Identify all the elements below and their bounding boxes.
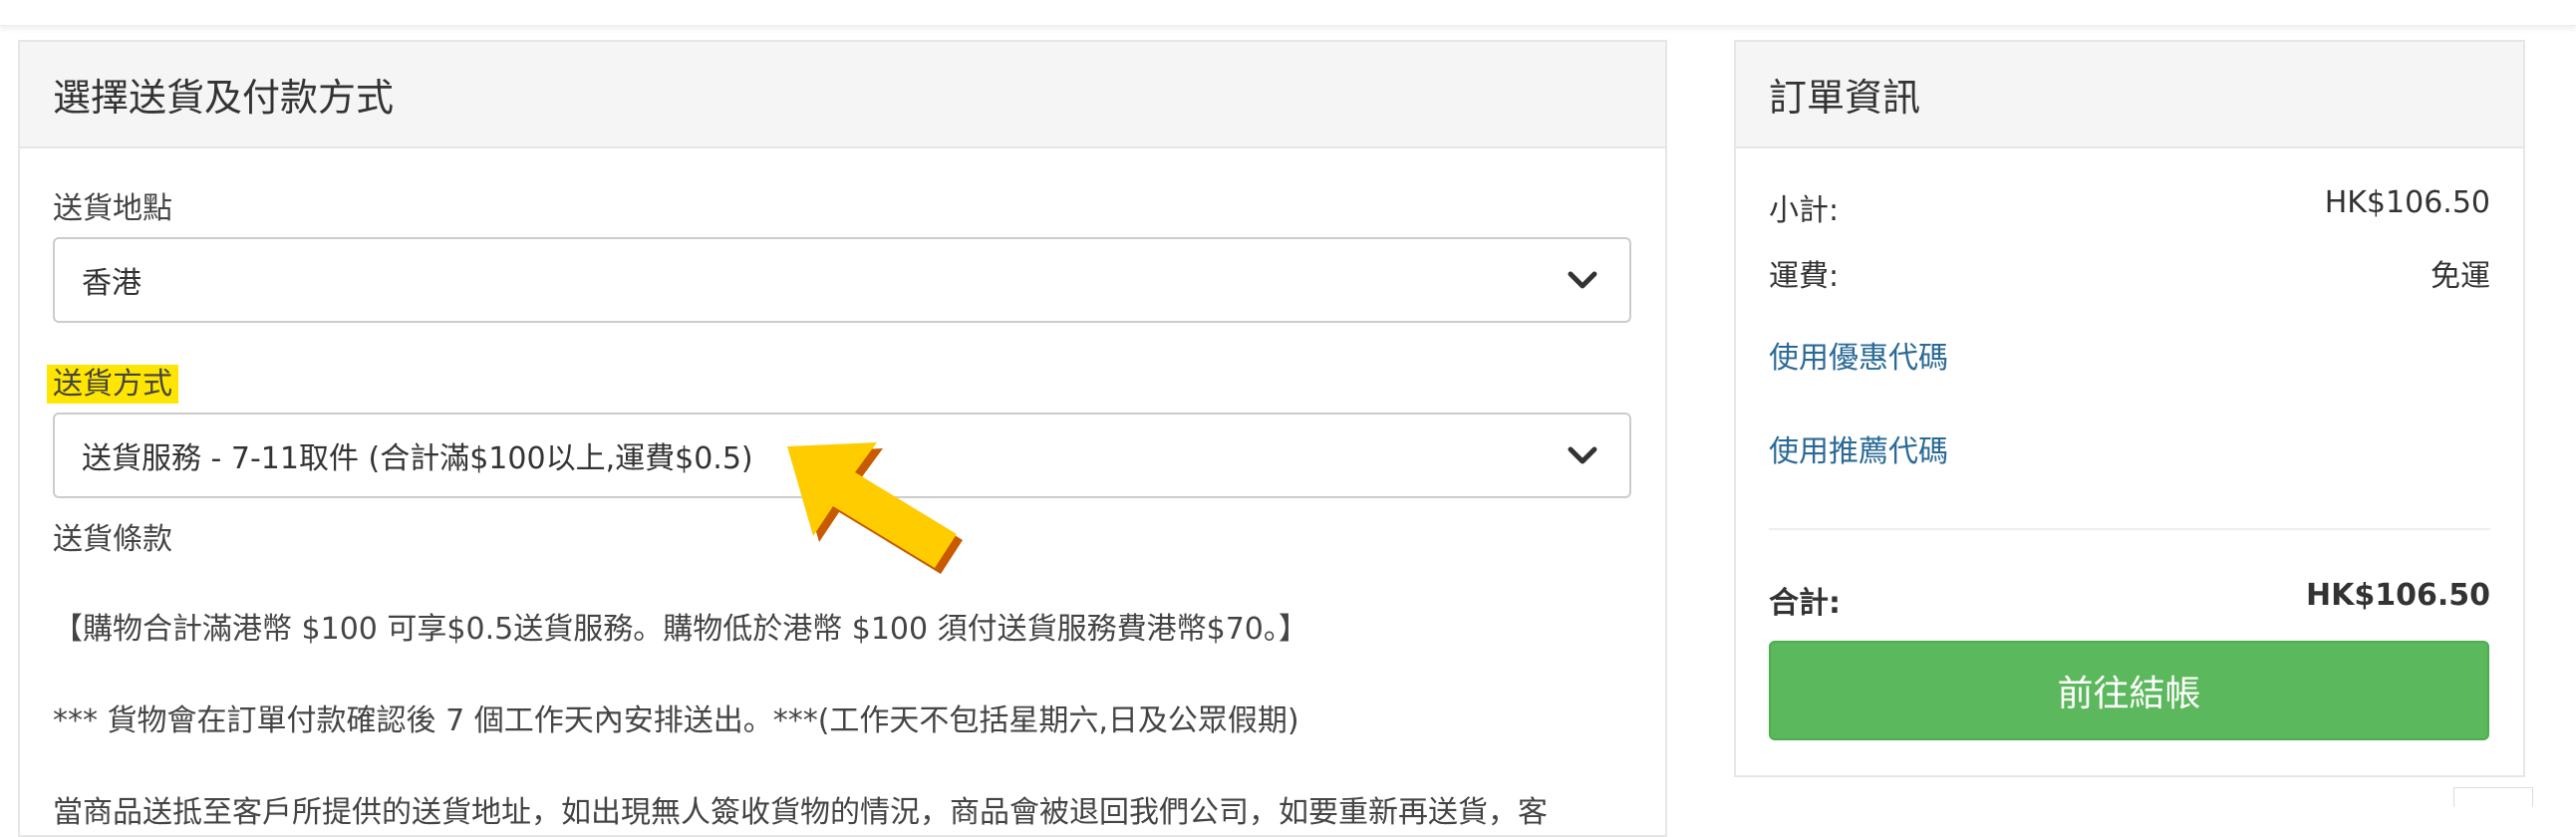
top-bar [0,0,2576,26]
chevron-down-icon [1568,271,1597,289]
delivery-method-label: 送貨方式 [47,359,178,404]
chevron-down-icon [1568,446,1597,464]
coupon-code-link[interactable]: 使用優惠代碼 [1769,333,1948,377]
delivery-method-highlight: 送貨方式 [47,365,178,404]
shipping-fee-value: 免運 [2431,259,2490,294]
order-info-panel: 訂單資訊 小計: HK$106.50 運費: 免運 使用優惠代碼 使用推薦代碼 … [1734,40,2525,777]
shipping-fee-label: 運費: [1769,259,1840,294]
shipping-panel-title: 選擇送貨及付款方式 [20,42,1665,148]
delivery-terms-line: 【購物合計滿港幣 $100 可享$0.5送貨服務。購物低於港幣 $100 須付送… [53,612,1308,647]
delivery-location-value: 香港 [82,266,142,301]
order-panel-title: 訂單資訊 [1736,42,2523,148]
delivery-terms-line: 當商品送抵至客戶所提供的送貨地址，如出現無人簽收貨物的情況，商品會被退回我們公司… [53,795,1548,830]
delivery-location-select[interactable]: 香港 [53,237,1631,323]
delivery-terms-line: *** 貨物會在訂單付款確認後 7 個工作天內安排送出。***(工作天不包括星期… [53,703,1299,738]
referral-code-link[interactable]: 使用推薦代碼 [1769,426,1948,470]
pointer-arrow-icon [787,442,963,574]
total-label: 合計: [1769,586,1841,621]
delivery-method-value: 送貨服務 - 7-11取件 (合計滿$100以上,運費$0.5) [82,441,753,476]
total-value: HK$106.50 [2306,578,2490,613]
delivery-location-label: 送貨地點 [53,191,172,226]
shipping-fee-row: 運費: 免運 [1769,251,2490,295]
delivery-terms-label: 送貨條款 [53,522,172,557]
total-row: 合計: HK$106.50 [1769,578,2490,622]
corner-box [2453,787,2533,807]
checkout-button[interactable]: 前往結帳 [1769,641,2489,740]
subtotal-label: 小計: [1769,193,1840,228]
subtotal-value: HK$106.50 [2324,185,2490,220]
subtotal-row: 小計: HK$106.50 [1769,185,2490,229]
divider [1769,528,2490,530]
